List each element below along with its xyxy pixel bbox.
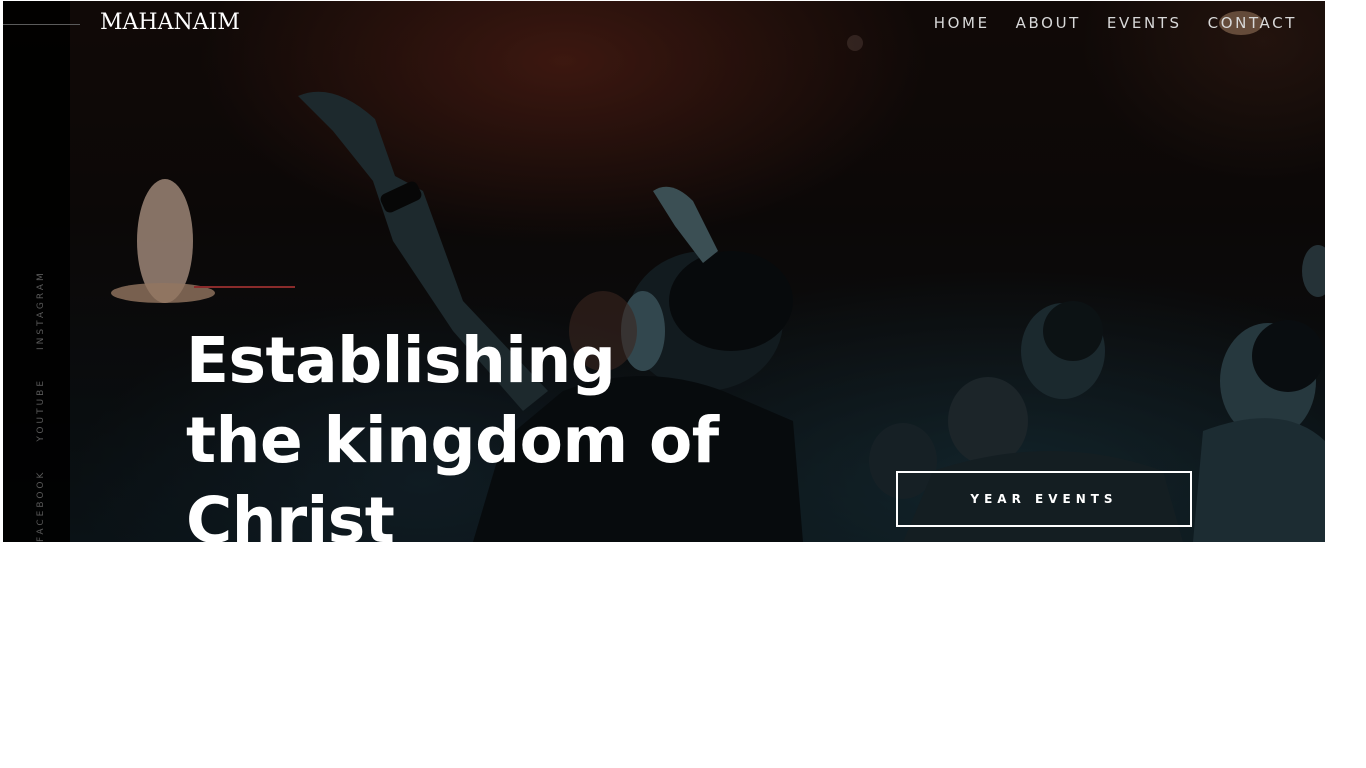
nav-item-contact[interactable]: CONTACT [1208,14,1297,32]
year-events-button[interactable]: YEAR EVENTS [896,471,1192,527]
nav-item-about[interactable]: ABOUT [1016,14,1081,32]
social-link-facebook[interactable]: FACEBOOK [36,470,46,542]
social-link-youtube[interactable]: YOUTUBE [36,378,46,442]
nav-item-home[interactable]: HOME [934,14,990,32]
headline-line-3: Christ [186,484,395,542]
page: FACEBOOK YOUTUBE INSTAGRAM MAHANAIM HOME… [0,0,1366,768]
nav-item-events[interactable]: EVENTS [1107,14,1182,32]
main-nav: HOME ABOUT EVENTS CONTACT [934,14,1297,32]
social-links: FACEBOOK YOUTUBE INSTAGRAM [36,270,46,542]
hero-headline: Establishing the kingdom of Christ [186,321,746,542]
headline-line-1: Establishing [186,324,616,397]
hero-section: FACEBOOK YOUTUBE INSTAGRAM MAHANAIM HOME… [3,1,1325,542]
headline-line-2: the kingdom of [186,404,719,477]
header-divider [3,24,80,25]
headline-accent-line [194,286,295,288]
site-logo[interactable]: MAHANAIM [100,10,240,35]
social-link-instagram[interactable]: INSTAGRAM [36,270,46,350]
